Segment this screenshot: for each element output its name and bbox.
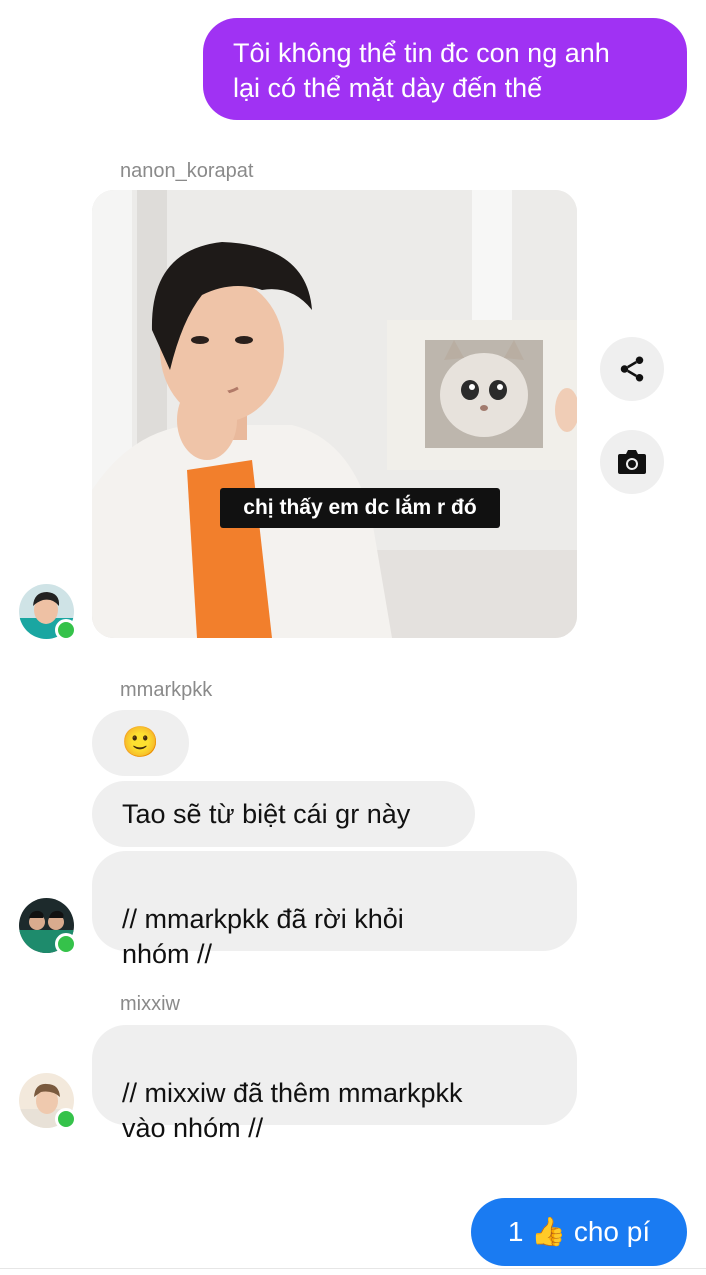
outgoing-message-text: Tôi không thể tin đc con ng anh lại có t… <box>233 38 610 103</box>
message-text: cho pí <box>573 1216 651 1247</box>
emoji-message-bubble[interactable]: 🙂 <box>92 710 189 776</box>
online-status-dot <box>55 1108 77 1130</box>
shared-image[interactable] <box>92 190 577 638</box>
sender-name: nanon_korapat <box>120 160 254 182</box>
online-status-dot <box>55 619 77 641</box>
system-message-bubble[interactable]: // mmarkpkk đã rời khỏi nhóm // <box>92 851 577 969</box>
share-button[interactable] <box>600 337 664 401</box>
message-count: 1 <box>507 1216 524 1247</box>
message-text: // mixxiw đã thêm mmarkpkk vào nhóm // <box>122 1078 463 1143</box>
sender-name: mmarkpkk <box>120 679 213 701</box>
system-message-bubble[interactable]: // mixxiw đã thêm mmarkpkk vào nhóm // <box>92 1025 577 1143</box>
message-text: Tao sẽ từ biệt cái gr này <box>122 799 411 829</box>
divider <box>0 1268 706 1269</box>
image-illustration <box>92 190 577 638</box>
message-bubble[interactable]: Tao sẽ từ biệt cái gr này <box>92 781 475 847</box>
outgoing-message-bubble[interactable]: 1 👍 cho pí <box>471 1198 687 1266</box>
thumbs-up-emoji: 👍 <box>531 1216 567 1247</box>
outgoing-message-bubble[interactable]: Tôi không thể tin đc con ng anh lại có t… <box>203 18 687 120</box>
image-caption: chị thấy em dc lắm r đó <box>220 488 500 528</box>
save-photo-button[interactable] <box>600 430 664 494</box>
message-text: // mmarkpkk đã rời khỏi nhóm // <box>122 904 404 969</box>
online-status-dot <box>55 933 77 955</box>
slightly-smiling-emoji: 🙂 <box>121 726 160 759</box>
camera-icon <box>618 450 646 474</box>
sender-name: mixxiw <box>120 993 180 1015</box>
share-icon <box>620 356 644 382</box>
